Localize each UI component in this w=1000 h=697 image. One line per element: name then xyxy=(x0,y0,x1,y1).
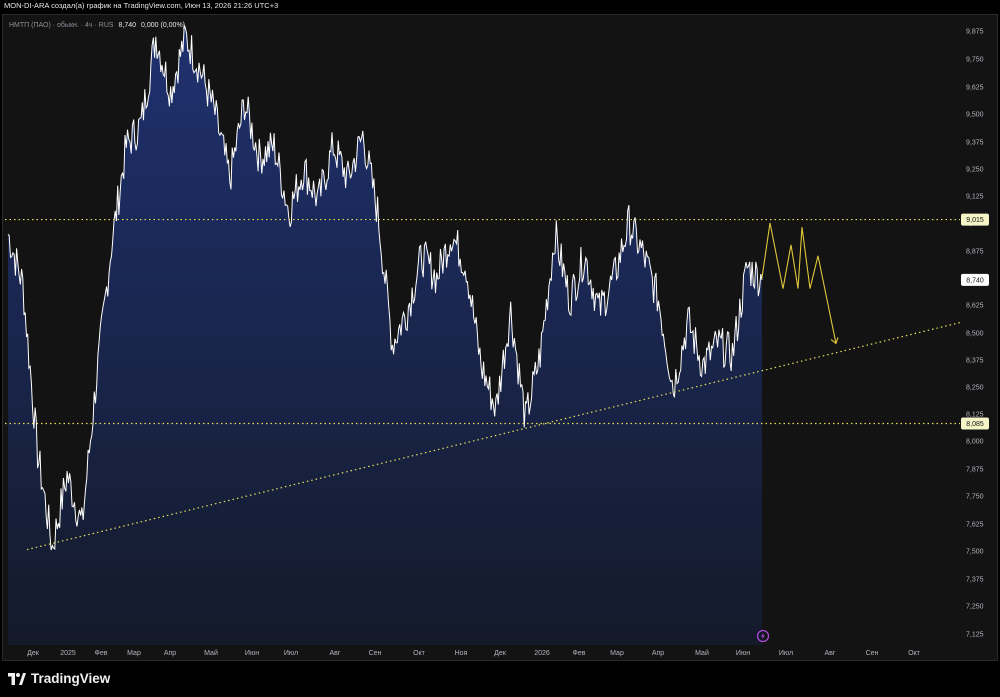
y-tick-label: 9,875 xyxy=(966,29,984,36)
y-tick-label: 8,250 xyxy=(966,385,984,392)
x-tick-label: Июн xyxy=(736,650,750,657)
x-tick-label: Дек xyxy=(27,650,40,657)
forecast-path xyxy=(761,222,837,344)
x-tick-label: Апр xyxy=(652,650,664,657)
y-tick-label: 7,875 xyxy=(966,467,984,474)
y-tick-label: 7,625 xyxy=(966,522,984,529)
y-tick-label: 7,500 xyxy=(966,549,984,556)
x-tick-label: 2026 xyxy=(534,650,550,657)
x-tick-label: Мар xyxy=(127,650,141,657)
y-tick-label: 8,000 xyxy=(966,439,984,446)
price-area-fill xyxy=(8,25,762,645)
x-tick-label: Май xyxy=(204,649,218,657)
price-labels-group: 9,015 8,085 8,740 xyxy=(961,213,989,430)
x-tick-label: Сен xyxy=(866,650,879,657)
price-chart[interactable]: 9,8759,7509,6259,5009,3759,2509,1259,000… xyxy=(0,0,1000,663)
tradingview-brand[interactable]: TradingView xyxy=(8,671,110,686)
x-tick-label: Сен xyxy=(369,650,382,657)
y-tick-label: 9,500 xyxy=(966,112,984,119)
x-tick-label: Окт xyxy=(413,650,426,657)
x-tick-label: Фев xyxy=(95,650,108,657)
tradingview-logo-icon xyxy=(8,672,26,685)
y-tick-label: 9,250 xyxy=(966,167,984,174)
y-tick-label: 7,750 xyxy=(966,494,984,501)
y-tick-label: 8,125 xyxy=(966,412,984,419)
y-tick-label: 8,625 xyxy=(966,303,984,310)
y-tick-label: 7,375 xyxy=(966,577,984,584)
x-tick-label: Ноя xyxy=(455,650,468,657)
y-tick-label: 9,125 xyxy=(966,194,984,201)
x-tick-label: Май xyxy=(695,649,709,657)
y-tick-label: 7,125 xyxy=(966,632,984,639)
x-tick-label: Авг xyxy=(825,650,836,657)
footer: TradingView xyxy=(0,663,1000,697)
x-tick-label: Мар xyxy=(610,650,624,657)
level-label-1: 8,085 xyxy=(966,421,984,428)
y-tick-label: 7,250 xyxy=(966,604,984,611)
level-label-0: 9,015 xyxy=(966,217,984,224)
x-tick-label: Авг xyxy=(330,650,341,657)
y-tick-label: 8,875 xyxy=(966,249,984,256)
brand-name: TradingView xyxy=(31,671,111,686)
y-tick-label: 9,375 xyxy=(966,140,984,147)
price-area-group xyxy=(7,23,763,645)
x-tick-label: Июн xyxy=(245,650,259,657)
y-tick-label: 8,375 xyxy=(966,358,984,365)
x-tick-label: Апр xyxy=(164,650,176,657)
x-tick-label: Июл xyxy=(284,650,298,657)
y-tick-label: 8,500 xyxy=(966,331,984,338)
current-price-label: 8,740 xyxy=(966,277,984,284)
x-tick-label: Фев xyxy=(573,650,586,657)
x-tick-label: 2025 xyxy=(60,650,76,657)
y-tick-label: 9,750 xyxy=(966,57,984,64)
y-tick-label: 9,625 xyxy=(966,85,984,92)
x-tick-label: Дек xyxy=(494,650,507,657)
x-tick-label: Окт xyxy=(908,650,921,657)
x-tick-label: Июл xyxy=(779,650,793,657)
